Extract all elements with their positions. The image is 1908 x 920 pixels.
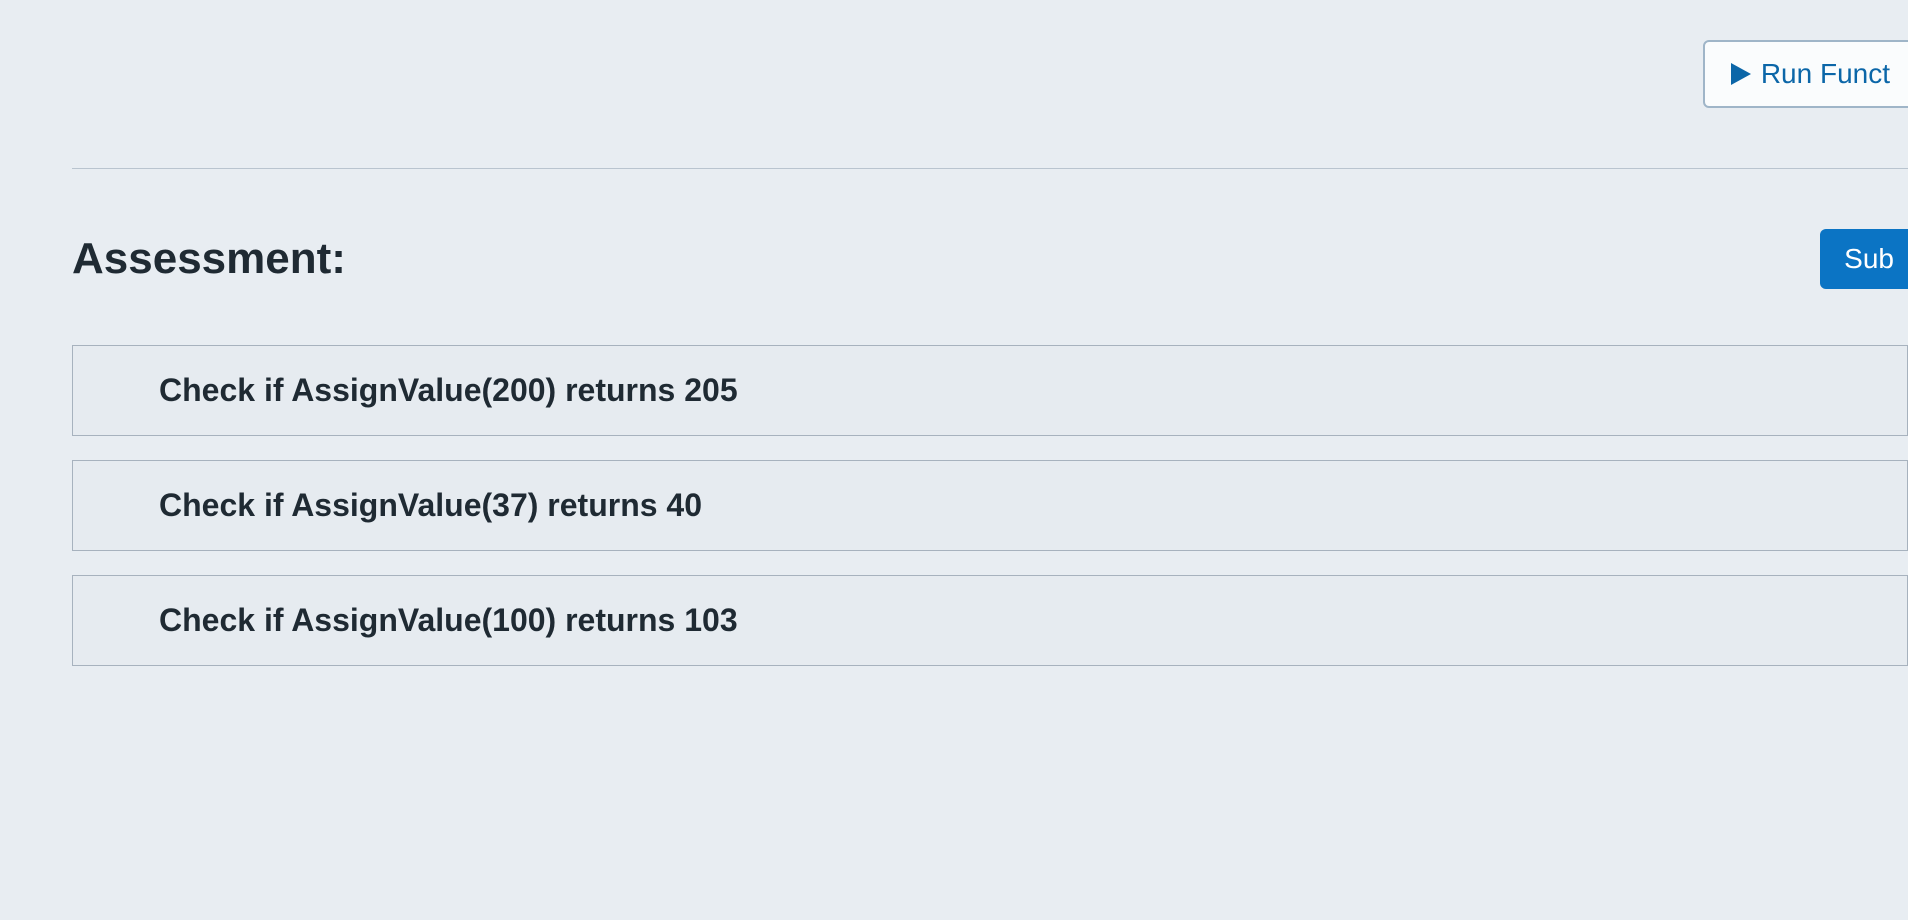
test-item: Check if AssignValue(200) returns 205 (72, 345, 1908, 436)
assessment-title: Assessment: (72, 234, 346, 284)
test-list: Check if AssignValue(200) returns 205 Ch… (72, 345, 1908, 666)
test-item-text: Check if AssignValue(200) returns 205 (159, 372, 738, 408)
test-item-text: Check if AssignValue(100) returns 103 (159, 602, 738, 638)
run-function-button[interactable]: Run Funct (1703, 40, 1908, 108)
run-button-label: Run Funct (1761, 58, 1890, 90)
test-item-text: Check if AssignValue(37) returns 40 (159, 487, 702, 523)
submit-button[interactable]: Sub (1820, 229, 1908, 289)
toolbar: Run Funct (72, 40, 1908, 108)
test-item: Check if AssignValue(37) returns 40 (72, 460, 1908, 551)
play-icon (1731, 63, 1751, 85)
test-item: Check if AssignValue(100) returns 103 (72, 575, 1908, 666)
section-divider (72, 168, 1908, 169)
main-container: Run Funct Assessment: Sub Check if Assig… (0, 0, 1908, 666)
assessment-header: Assessment: Sub (72, 229, 1908, 289)
